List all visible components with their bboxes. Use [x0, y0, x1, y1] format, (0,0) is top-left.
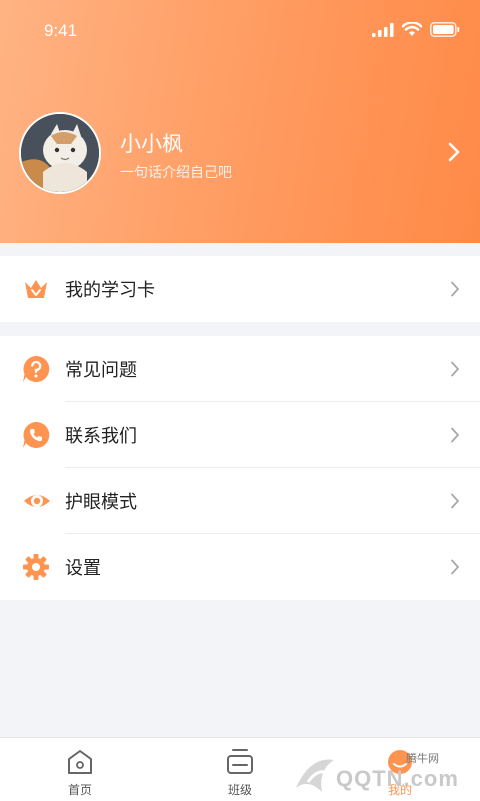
battery-icon	[430, 22, 460, 37]
menu-item-faq[interactable]: 常见问题	[0, 336, 480, 402]
chevron-right-icon	[451, 427, 460, 443]
tab-label-class: 班级	[227, 783, 252, 797]
watermark-brand: QQTN.com	[336, 766, 459, 791]
tab-home[interactable]: 首页	[30, 738, 130, 801]
avatar-image	[21, 114, 99, 192]
menu-item-contact[interactable]: 联系我们	[0, 402, 480, 468]
chevron-right-icon	[451, 559, 460, 575]
status-time: 9:41	[44, 21, 78, 40]
user-bio: 一句话介绍自己吧	[120, 165, 232, 181]
profile-card[interactable]: 小小枫 一句话介绍自己吧	[0, 112, 480, 196]
chevron-right-icon	[451, 361, 460, 377]
tab-label-home: 首页	[67, 783, 92, 797]
menu-label-settings: 设置	[65, 558, 101, 579]
tab-class[interactable]: 班级	[190, 738, 290, 801]
menu-label-faq: 常见问题	[65, 360, 137, 381]
class-icon	[227, 749, 253, 774]
avatar[interactable]	[19, 112, 101, 194]
phone-icon	[23, 421, 50, 448]
status-bar: 9:41	[0, 0, 480, 62]
menu-item-study-card[interactable]: 我的学习卡	[0, 256, 480, 322]
watermark-site: 腾牛网	[406, 752, 439, 765]
menu-label-study-card: 我的学习卡	[65, 280, 155, 301]
chevron-right-icon	[451, 493, 460, 509]
home-icon	[68, 750, 92, 774]
menu-group-study: 我的学习卡	[0, 256, 480, 322]
menu-item-settings[interactable]: 设置	[0, 534, 480, 600]
crown-icon	[25, 280, 47, 298]
status-icons	[372, 22, 460, 37]
question-icon	[23, 355, 50, 382]
menu-item-eye-care[interactable]: 护眼模式	[0, 468, 480, 534]
chevron-right-icon	[451, 281, 460, 297]
chevron-right-icon[interactable]	[448, 142, 460, 162]
signal-icon	[372, 22, 394, 37]
user-name: 小小枫	[120, 132, 183, 156]
menu-group-main: 常见问题 联系我们 护眼模式 设置	[0, 336, 480, 600]
eye-icon	[24, 495, 50, 507]
wifi-icon	[402, 22, 422, 36]
gear-icon	[23, 554, 49, 580]
profile-header: 9:41 小小枫 一句话介绍自己吧	[0, 0, 480, 243]
watermark: 腾牛网 QQTN.com	[288, 748, 468, 798]
menu-label-eye-care: 护眼模式	[65, 492, 137, 513]
menu-label-contact: 联系我们	[65, 426, 137, 447]
